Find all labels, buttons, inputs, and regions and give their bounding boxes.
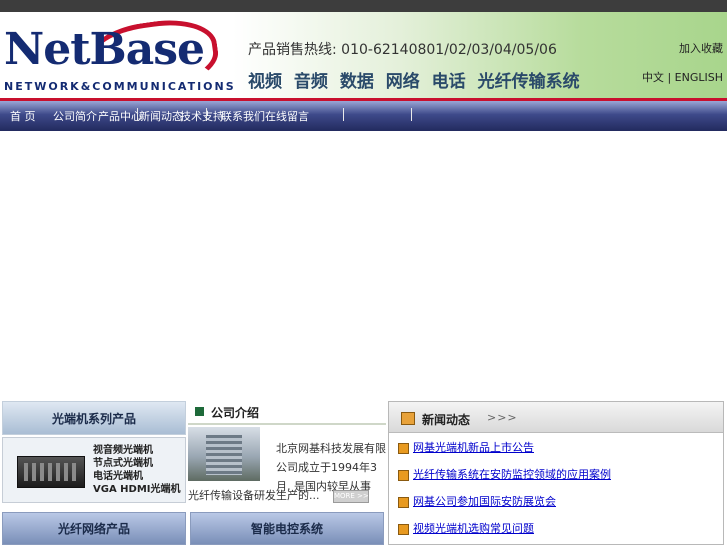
intro-more-line: 光纤传输设备研发生产的... MORE >> <box>188 487 369 503</box>
intro-text-continued: 光纤传输设备研发生产的... <box>188 489 320 502</box>
news-link[interactable]: 网基公司参加国际安防展览会 <box>413 495 556 508</box>
arrow-decoration-icon: >>> <box>487 411 518 424</box>
product-list: 视音频光端机 节点式光端机 电话光端机 VGA HDMI光端机 <box>93 444 181 496</box>
nav-divider <box>206 108 207 121</box>
news-heading: 新闻动态 >>> <box>389 402 723 433</box>
sales-hotline: 产品销售热线: 010-62140801/02/03/04/05/06 <box>248 42 557 58</box>
more-button[interactable]: MORE >> <box>333 489 369 503</box>
intro-heading: 公司介绍 <box>188 401 386 425</box>
nav-contact[interactable]: 联系我们 <box>221 108 265 124</box>
company-intro: 公司介绍 北京网基科技发展有限公司成立于1994年3月, 是国内较早从事 光纤传… <box>188 401 386 506</box>
smart-control-system-tab[interactable]: 智能电控系统 <box>190 512 384 545</box>
nav-about[interactable]: 公司简介 <box>53 108 97 124</box>
top-bar <box>0 0 727 12</box>
news-list-item: 网基光端机新品上市公告 <box>398 439 534 455</box>
nav-message[interactable]: 在线留言 <box>265 108 309 124</box>
news-link[interactable]: 视频光端机选购常见问题 <box>413 522 534 535</box>
nav-divider <box>411 108 412 121</box>
logo-wordmark: NetBase <box>4 24 205 75</box>
news-title: 新闻动态 <box>422 413 471 427</box>
bullet-icon <box>398 442 409 454</box>
fiber-network-products-tab[interactable]: 光纤网络产品 <box>2 512 186 545</box>
side-panel-heading[interactable]: 光端机系列产品 <box>2 401 186 435</box>
nav-support[interactable]: 技术支持 <box>180 108 224 124</box>
product-link[interactable]: 视音频光端机 <box>93 444 181 457</box>
news-panel: 新闻动态 >>> 网基光端机新品上市公告 光纤传输系统在安防监控领域的应用案例 … <box>388 401 724 545</box>
nav-divider <box>343 108 344 121</box>
company-building-image <box>188 427 260 481</box>
intro-title: 公司介绍 <box>211 406 260 420</box>
nav-products[interactable]: 产品中心 <box>98 108 142 124</box>
nav-home[interactable]: 首 页 <box>10 108 36 124</box>
news-link[interactable]: 网基光端机新品上市公告 <box>413 441 534 454</box>
news-list-item: 网基公司参加国际安防展览会 <box>398 493 556 509</box>
side-panel-body: 视音频光端机 节点式光端机 电话光端机 VGA HDMI光端机 <box>2 437 186 503</box>
product-link[interactable]: 电话光端机 <box>93 470 181 483</box>
news-list-item: 视频光端机选购常见问题 <box>398 520 534 536</box>
netbase-logo[interactable]: NetBase NETWORK&COMMUNICATIONS <box>4 13 240 99</box>
main-nav: 首 页 公司简介 产品中心 新闻动态 技术支持 联系我们 在线留言 <box>0 98 727 131</box>
news-list-item: 光纤传输系统在安防监控领域的应用案例 <box>398 466 611 482</box>
nav-news[interactable]: 新闻动态 <box>139 108 183 124</box>
logo-subtitle: NETWORK&COMMUNICATIONS <box>4 80 236 93</box>
bullet-icon <box>398 496 409 508</box>
lang-chinese-link[interactable]: 中文 <box>642 71 664 84</box>
fiber-transceiver-panel: 光端机系列产品 视音频光端机 节点式光端机 电话光端机 VGA HDMI光端机 <box>2 401 186 506</box>
bookmark-link[interactable]: 加入收藏 <box>679 40 723 56</box>
language-switcher: 中文 | ENGLISH <box>642 69 723 85</box>
lang-separator: | <box>667 71 672 84</box>
nav-divider <box>137 108 138 121</box>
bullet-icon <box>398 523 409 535</box>
product-link[interactable]: 节点式光端机 <box>93 457 181 470</box>
product-link[interactable]: VGA HDMI光端机 <box>93 483 181 496</box>
banner-area <box>0 131 727 401</box>
site-header: NetBase NETWORK&COMMUNICATIONS 产品销售热线: 0… <box>0 12 727 99</box>
lang-english-link[interactable]: ENGLISH <box>675 71 723 84</box>
bullet-icon <box>398 469 409 481</box>
transceiver-device-image[interactable] <box>17 456 85 488</box>
news-link[interactable]: 光纤传输系统在安防监控领域的应用案例 <box>413 468 611 481</box>
news-window-icon <box>401 412 415 425</box>
square-bullet-icon <box>195 407 204 416</box>
product-tagline: 视频 音频 数据 网络 电话 光纤传输系统 <box>248 72 580 92</box>
